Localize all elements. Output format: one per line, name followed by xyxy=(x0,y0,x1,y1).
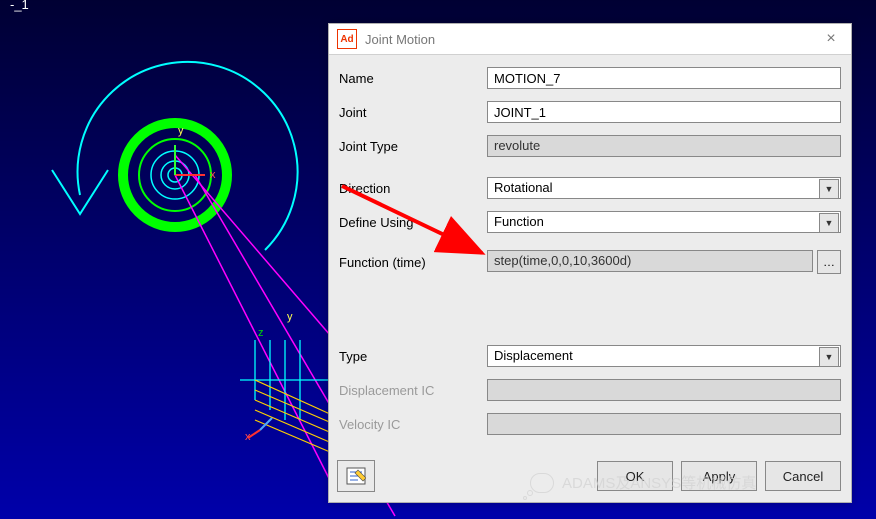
label-type: Type xyxy=(339,349,487,364)
label-disp-ic: Displacement IC xyxy=(339,383,487,398)
vel-ic-disabled xyxy=(487,413,841,435)
label-define-using: Define Using xyxy=(339,215,487,230)
label-direction: Direction xyxy=(339,181,487,196)
joint-input[interactable] xyxy=(487,101,841,123)
function-time-field[interactable]: step(time,0,0,10,3600d) xyxy=(487,250,813,272)
direction-select[interactable]: Rotational xyxy=(487,177,841,199)
dropdown-arrow-icon[interactable]: ▼ xyxy=(819,347,839,367)
dialog-title: Joint Motion xyxy=(365,32,435,47)
name-input[interactable] xyxy=(487,67,841,89)
joint-motion-dialog: Ad Joint Motion × Name Joint Joint Type … xyxy=(328,23,852,503)
label-function-time: Function (time) xyxy=(339,255,487,270)
disp-ic-disabled xyxy=(487,379,841,401)
label-vel-ic: Velocity IC xyxy=(339,417,487,432)
svg-text:y: y xyxy=(287,311,293,323)
close-icon[interactable]: × xyxy=(819,30,843,48)
define-using-select[interactable]: Function xyxy=(487,211,841,233)
cancel-button[interactable]: Cancel xyxy=(765,461,841,491)
function-builder-button[interactable]: … xyxy=(817,250,841,274)
dialog-titlebar[interactable]: Ad Joint Motion × xyxy=(329,24,851,55)
label-joint: Joint xyxy=(339,105,487,120)
type-select[interactable]: Displacement xyxy=(487,345,841,367)
notes-icon-button[interactable] xyxy=(337,460,375,492)
joint-type-readonly: revolute xyxy=(487,135,841,157)
label-name: Name xyxy=(339,71,487,86)
wechat-icon xyxy=(530,473,554,493)
adams-logo-icon: Ad xyxy=(337,29,357,49)
svg-text:x: x xyxy=(210,169,216,181)
dropdown-arrow-icon[interactable]: ▼ xyxy=(819,179,839,199)
dropdown-arrow-icon[interactable]: ▼ xyxy=(819,213,839,233)
watermark: ADAMS及ANSYS等机械仿真 xyxy=(530,472,756,493)
svg-text:y: y xyxy=(178,125,184,137)
label-joint-type: Joint Type xyxy=(339,139,487,154)
watermark-text: ADAMS及ANSYS等机械仿真 xyxy=(562,472,756,493)
svg-text:z: z xyxy=(258,327,264,339)
